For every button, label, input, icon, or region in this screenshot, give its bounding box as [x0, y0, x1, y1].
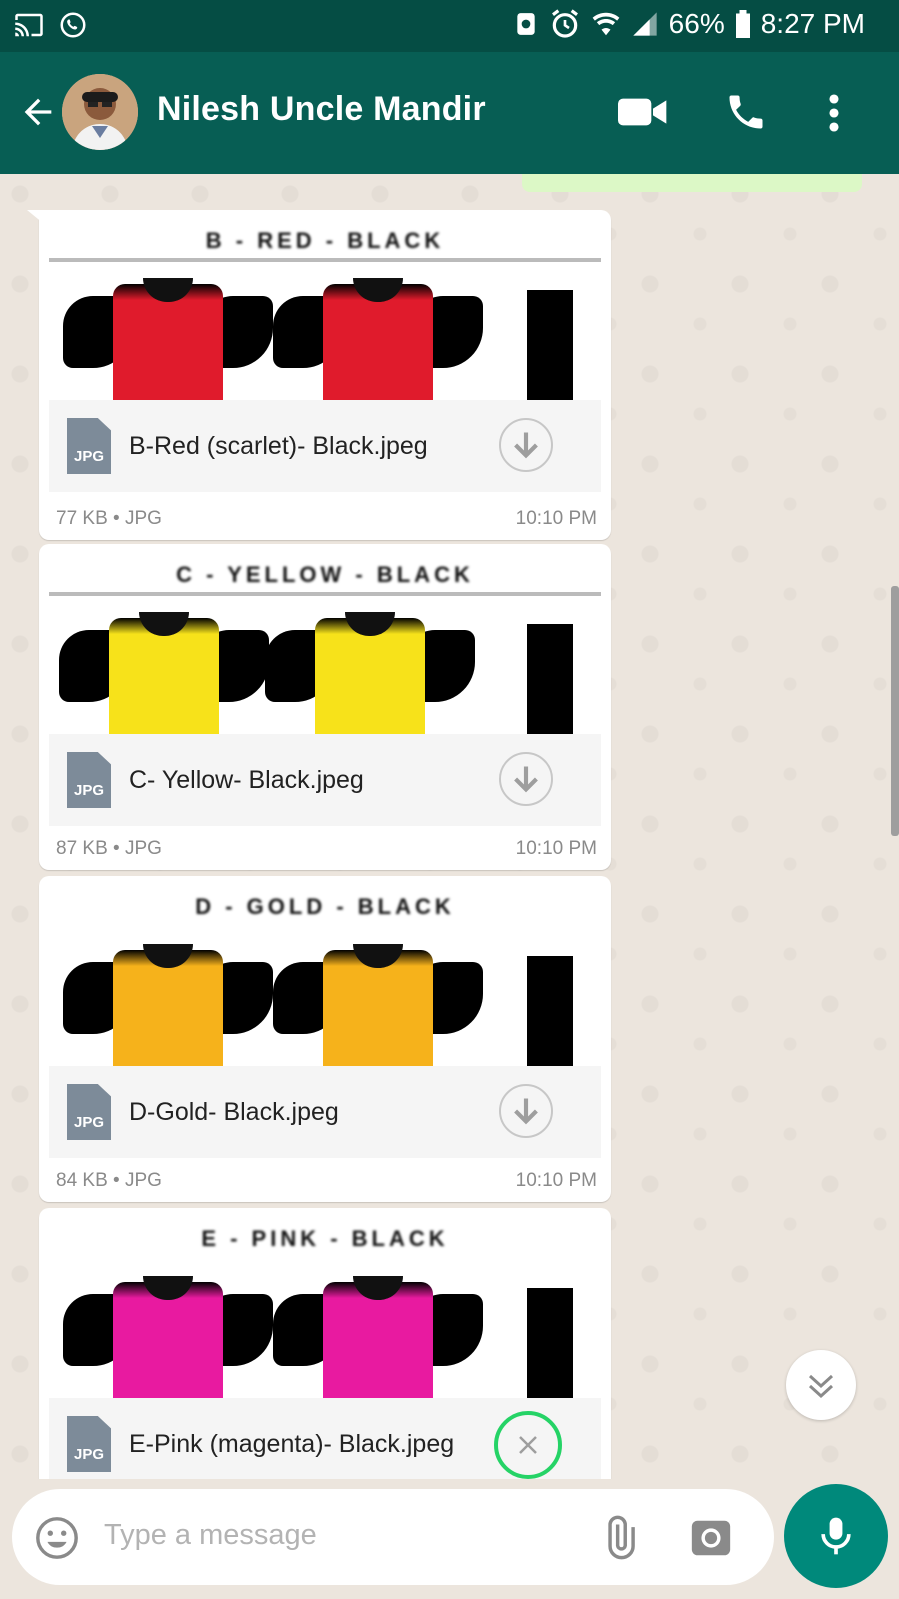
- document-message[interactable]: D - GOLD - BLACK JPG D-Gold- Black.jpeg: [39, 876, 611, 1202]
- shirt-front: [63, 944, 273, 1074]
- download-icon: [514, 432, 538, 459]
- image-preview[interactable]: B - RED - BLACK: [49, 220, 601, 408]
- shirt-body: [109, 618, 219, 742]
- more-options-icon[interactable]: [820, 92, 848, 134]
- file-meta: 87 KB • JPG: [56, 838, 162, 859]
- shirt-side: [527, 1288, 573, 1406]
- file-info-row[interactable]: JPG D-Gold- Black.jpeg: [49, 1066, 601, 1158]
- wifi-icon: [592, 12, 620, 36]
- preview-divider: [49, 258, 601, 262]
- download-button[interactable]: [499, 418, 553, 472]
- shirt-front: [63, 278, 273, 408]
- shirt-side: [527, 624, 573, 742]
- shirt-side: [527, 956, 573, 1074]
- signal-icon: [633, 12, 657, 36]
- shirt-body: [113, 284, 223, 408]
- microphone-icon: [821, 1517, 851, 1555]
- download-icon: [514, 1098, 538, 1125]
- timestamp: 10:10 PM: [515, 838, 597, 859]
- document-message[interactable]: C - YELLOW - BLACK JPG C- Yellow- Black.…: [39, 544, 611, 870]
- chat-area[interactable]: B - RED - BLACK JPG B-Red (scarlet)- Bla…: [0, 174, 899, 1479]
- document-message[interactable]: E - PINK - BLACK JPG E-Pink (magenta)- B…: [39, 1208, 611, 1479]
- avatar[interactable]: [62, 74, 138, 150]
- shirt-body: [323, 950, 433, 1074]
- phone-icon[interactable]: [724, 90, 768, 134]
- attach-icon[interactable]: [596, 1515, 642, 1561]
- shirt-back: [273, 1276, 483, 1406]
- file-name: D-Gold- Black.jpeg: [129, 1098, 339, 1126]
- data-saver-icon: [517, 13, 535, 35]
- image-preview[interactable]: D - GOLD - BLACK: [49, 886, 601, 1074]
- previous-outgoing-message[interactable]: [522, 174, 862, 192]
- back-arrow-icon[interactable]: [18, 92, 58, 132]
- shirt-body: [315, 618, 425, 742]
- message-composer[interactable]: Type a message: [12, 1489, 774, 1585]
- message-input[interactable]: Type a message: [104, 1519, 317, 1552]
- video-call-icon[interactable]: [618, 95, 668, 129]
- whatsapp-icon: [60, 12, 86, 38]
- preview-title: C - YELLOW - BLACK: [176, 562, 474, 587]
- file-info-row[interactable]: JPG E-Pink (magenta)- Black.jpeg: [49, 1398, 601, 1479]
- avatar-image: [62, 74, 138, 150]
- file-info-row[interactable]: JPG B-Red (scarlet)- Black.jpeg: [49, 400, 601, 492]
- alarm-icon: [551, 9, 578, 38]
- bubble-tail: [27, 210, 49, 228]
- battery-percent: 66%: [668, 8, 725, 39]
- file-info-row[interactable]: JPG C- Yellow- Black.jpeg: [49, 734, 601, 826]
- clock: 8:27 PM: [760, 8, 865, 39]
- preview-divider: [49, 592, 601, 596]
- shirt-back: [273, 944, 483, 1074]
- voice-record-button[interactable]: [784, 1484, 888, 1588]
- image-preview[interactable]: E - PINK - BLACK: [49, 1218, 601, 1406]
- cast-icon: [15, 13, 43, 37]
- chat-header: Nilesh Uncle Mandir: [0, 52, 899, 174]
- shirt-front: [59, 612, 269, 742]
- file-meta: 84 KB • JPG: [56, 1170, 162, 1191]
- status-bar: 66% 8:27 PM: [0, 0, 899, 52]
- battery-icon: [735, 10, 750, 38]
- download-button[interactable]: [499, 1084, 553, 1138]
- shirt-side: [527, 290, 573, 408]
- file-name: B-Red (scarlet)- Black.jpeg: [129, 432, 428, 460]
- jpg-file-icon: JPG: [67, 752, 111, 808]
- shirt-front: [63, 1276, 273, 1406]
- timestamp: 10:10 PM: [515, 1170, 597, 1191]
- camera-icon[interactable]: [688, 1515, 734, 1561]
- shirt-back: [265, 612, 475, 742]
- shirt-back: [273, 278, 483, 408]
- shirt-body: [113, 1282, 223, 1406]
- cancel-download-button[interactable]: [493, 1410, 563, 1479]
- download-button[interactable]: [499, 752, 553, 806]
- contact-name[interactable]: Nilesh Uncle Mandir: [157, 90, 486, 129]
- file-meta: 77 KB • JPG: [56, 508, 162, 529]
- shirt-body: [113, 950, 223, 1074]
- file-name: C- Yellow- Black.jpeg: [129, 766, 364, 794]
- shirt-body: [323, 1282, 433, 1406]
- download-icon: [514, 766, 538, 793]
- double-chevron-down-icon: [808, 1374, 834, 1399]
- jpg-file-icon: JPG: [67, 1416, 111, 1472]
- emoji-icon[interactable]: [34, 1515, 80, 1561]
- timestamp: 10:10 PM: [515, 508, 597, 529]
- jpg-file-icon: JPG: [67, 1084, 111, 1140]
- preview-title: B - RED - BLACK: [205, 228, 445, 253]
- shirt-body: [323, 284, 433, 408]
- document-message[interactable]: B - RED - BLACK JPG B-Red (scarlet)- Bla…: [27, 210, 611, 540]
- jpg-file-icon: JPG: [67, 418, 111, 474]
- preview-title: D - GOLD - BLACK: [195, 894, 455, 919]
- preview-title: E - PINK - BLACK: [201, 1226, 449, 1251]
- file-name: E-Pink (magenta)- Black.jpeg: [129, 1430, 455, 1458]
- scrollbar[interactable]: [891, 586, 899, 836]
- image-preview[interactable]: C - YELLOW - BLACK: [49, 554, 601, 742]
- scroll-to-bottom-button[interactable]: [786, 1350, 856, 1420]
